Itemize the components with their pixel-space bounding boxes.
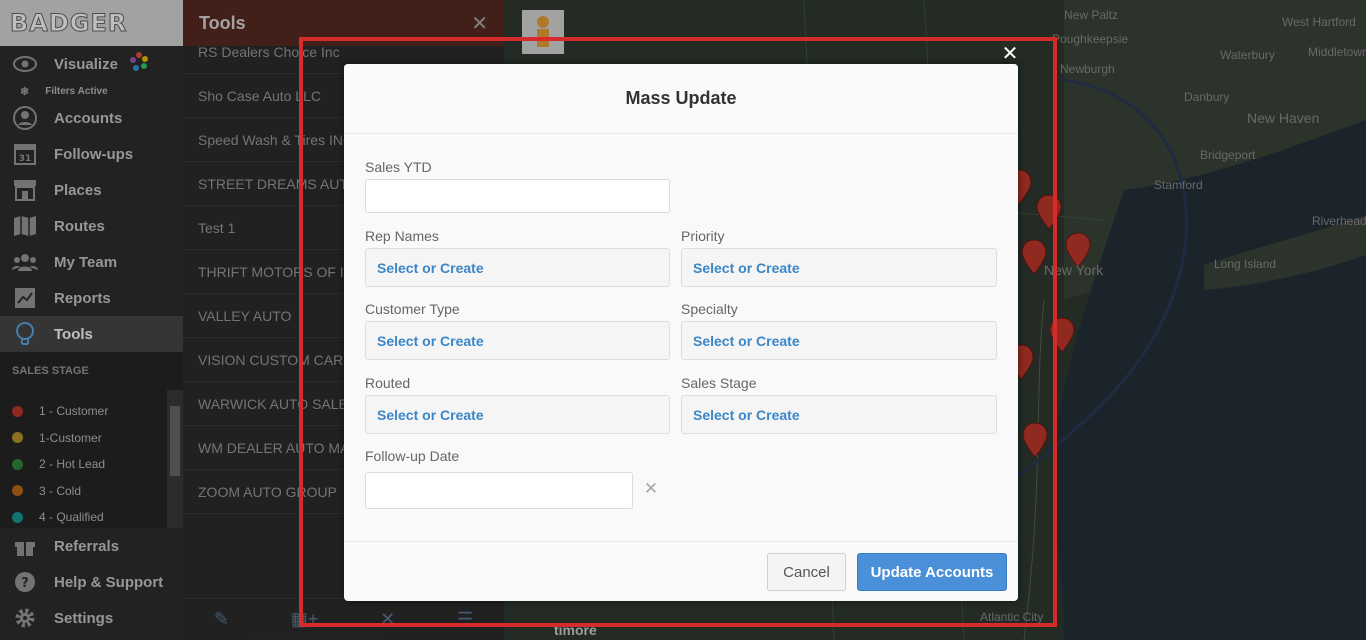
follow-up-date-input[interactable] xyxy=(365,472,633,509)
rep-names-select[interactable]: Select or Create xyxy=(365,248,670,287)
customer-type-select[interactable]: Select or Create xyxy=(365,321,670,360)
dialog-title: Mass Update xyxy=(625,88,737,108)
priority-label: Priority xyxy=(681,228,725,244)
specialty-select[interactable]: Select or Create xyxy=(681,321,997,360)
select-placeholder: Select or Create xyxy=(693,406,800,423)
update-accounts-button[interactable]: Update Accounts xyxy=(857,553,1007,591)
sales-ytd-input[interactable] xyxy=(365,179,670,213)
sales-ytd-label: Sales YTD xyxy=(365,159,432,175)
cancel-button[interactable]: Cancel xyxy=(767,553,846,591)
dialog-footer: Cancel Update Accounts xyxy=(344,541,1018,601)
dialog-header: Mass Update xyxy=(344,64,1018,134)
routed-select[interactable]: Select or Create xyxy=(365,395,670,434)
routed-label: Routed xyxy=(365,375,411,391)
follow-up-date-label: Follow-up Date xyxy=(365,448,460,464)
select-placeholder: Select or Create xyxy=(693,259,800,276)
customer-type-label: Customer Type xyxy=(365,301,460,317)
select-placeholder: Select or Create xyxy=(377,259,484,276)
sales-stage-label: Sales Stage xyxy=(681,375,757,391)
mass-update-dialog: Mass Update Sales YTD Rep Names Select o… xyxy=(344,64,1018,601)
select-placeholder: Select or Create xyxy=(693,332,800,349)
select-placeholder: Select or Create xyxy=(377,332,484,349)
sales-stage-select[interactable]: Select or Create xyxy=(681,395,997,434)
rep-names-label: Rep Names xyxy=(365,228,439,244)
specialty-label: Specialty xyxy=(681,301,738,317)
priority-select[interactable]: Select or Create xyxy=(681,248,997,287)
select-placeholder: Select or Create xyxy=(377,406,484,423)
clear-date-icon[interactable]: ✕ xyxy=(643,479,659,498)
modal-close-icon[interactable]: ✕ xyxy=(999,42,1021,65)
